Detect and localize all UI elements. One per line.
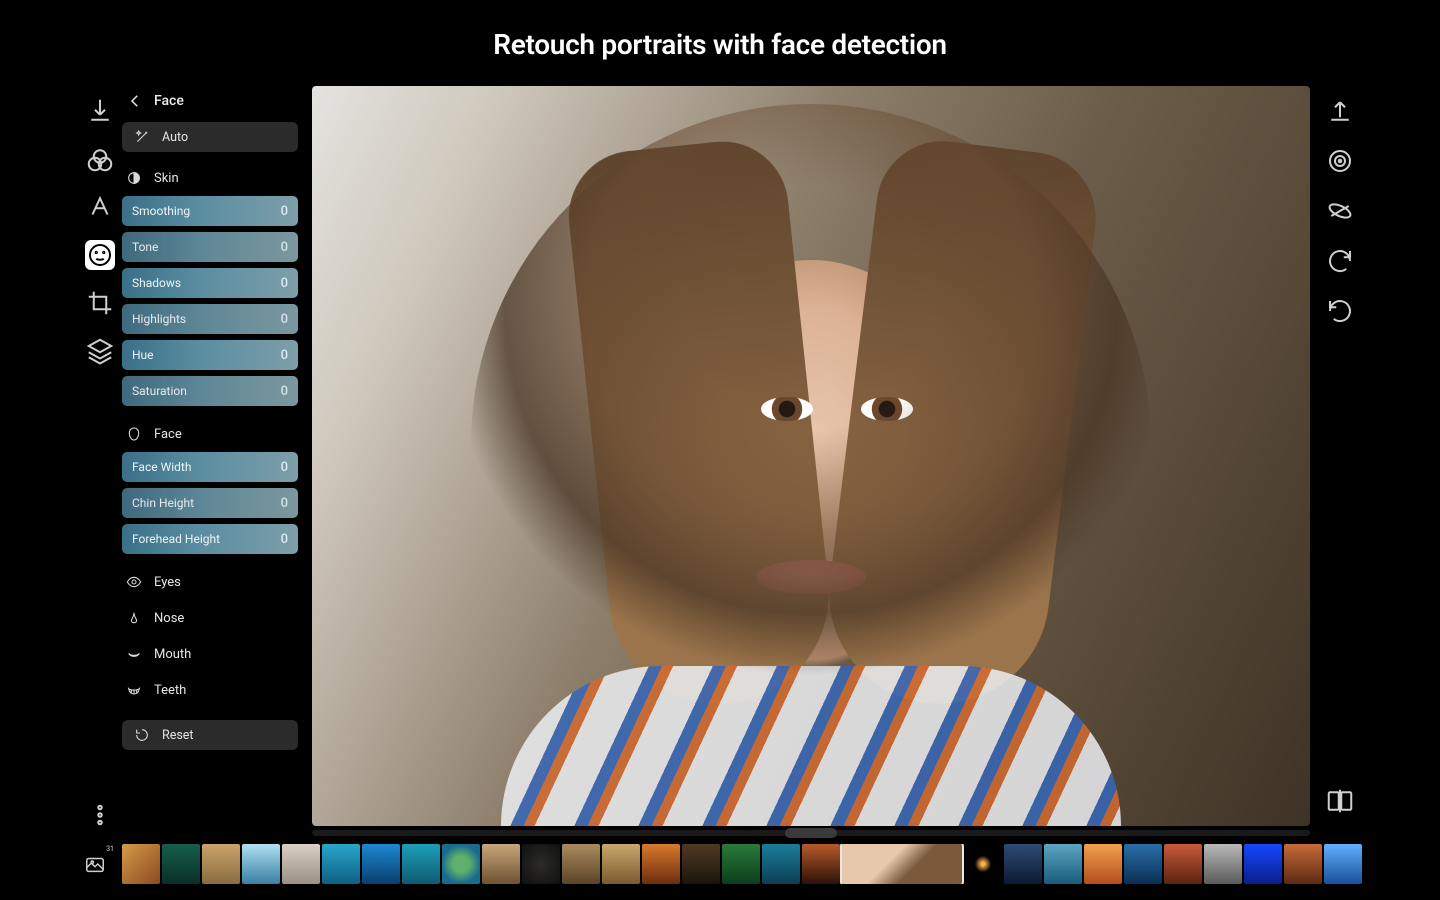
- panel-title: Face: [154, 93, 184, 109]
- reset-icon: [134, 727, 150, 743]
- undo-icon[interactable]: [1325, 246, 1355, 276]
- filmstrip-thumb[interactable]: [722, 844, 760, 884]
- section-face[interactable]: Face: [122, 422, 298, 446]
- image-canvas[interactable]: [312, 86, 1310, 826]
- section-teeth[interactable]: Teeth: [122, 678, 298, 702]
- library-icon[interactable]: 31: [78, 847, 112, 881]
- right-iconbar: [1318, 86, 1362, 836]
- section-nose-label: Nose: [154, 611, 184, 626]
- auto-label: Auto: [162, 130, 188, 145]
- library-badge: 31: [106, 845, 114, 853]
- slider-face-width[interactable]: Face Width0: [122, 452, 298, 482]
- face-badge: 1: [114, 237, 119, 246]
- canvas-scrubber[interactable]: [312, 830, 1310, 836]
- filmstrip-thumb[interactable]: [602, 844, 640, 884]
- filmstrip: 31: [78, 842, 1362, 886]
- wand-icon: [134, 129, 150, 145]
- filmstrip-thumb[interactable]: [1164, 844, 1202, 884]
- filmstrip-thumb[interactable]: [362, 844, 400, 884]
- slider-hue[interactable]: Hue0: [122, 340, 298, 370]
- slider-forehead-height[interactable]: Forehead Height0: [122, 524, 298, 554]
- app-window: 1 Face Auto: [78, 86, 1362, 836]
- face-sliders: Face Width0 Chin Height0 Forehead Height…: [122, 452, 298, 560]
- section-eyes[interactable]: Eyes: [122, 570, 298, 594]
- canvas-column: [312, 86, 1310, 836]
- skin-sliders: Smoothing0 Tone0 Shadows0 Highlights0 Hu…: [122, 196, 298, 412]
- slider-chin-height[interactable]: Chin Height0: [122, 488, 298, 518]
- reset-button[interactable]: Reset: [122, 720, 298, 750]
- teeth-icon: [126, 682, 142, 698]
- nose-icon: [126, 610, 142, 626]
- crop-icon[interactable]: [85, 288, 115, 318]
- panel-header: Face: [122, 90, 298, 122]
- filmstrip-thumb[interactable]: [162, 844, 200, 884]
- filmstrip-thumb[interactable]: [1204, 844, 1242, 884]
- redo-icon[interactable]: [1325, 296, 1355, 326]
- back-icon[interactable]: [126, 92, 144, 110]
- filmstrip-thumb[interactable]: [202, 844, 240, 884]
- slider-saturation[interactable]: Saturation0: [122, 376, 298, 406]
- filmstrip-thumb[interactable]: [122, 844, 160, 884]
- filmstrip-thumb[interactable]: [642, 844, 680, 884]
- face-icon[interactable]: 1: [85, 240, 115, 270]
- download-icon[interactable]: [85, 96, 115, 126]
- filmstrip-thumbs[interactable]: [122, 844, 1362, 884]
- reset-label: Reset: [162, 728, 194, 743]
- filmstrip-thumb[interactable]: [1284, 844, 1322, 884]
- filmstrip-thumb[interactable]: [762, 844, 800, 884]
- slider-smoothing[interactable]: Smoothing0: [122, 196, 298, 226]
- filmstrip-thumb[interactable]: [242, 844, 280, 884]
- section-skin-label: Skin: [154, 171, 179, 186]
- filmstrip-thumb[interactable]: [802, 844, 840, 884]
- face-panel: Face Auto Skin Smoothing0 Tone0 Shadows0…: [122, 86, 298, 836]
- section-mouth-label: Mouth: [154, 647, 191, 662]
- slider-highlights[interactable]: Highlights0: [122, 304, 298, 334]
- contrast-icon: [126, 170, 142, 186]
- filmstrip-thumb[interactable]: [842, 844, 962, 884]
- filmstrip-thumb[interactable]: [442, 844, 480, 884]
- scrubber-thumb[interactable]: [785, 828, 837, 838]
- export-icon[interactable]: [1325, 96, 1355, 126]
- page-title: Retouch portraits with face detection: [0, 28, 1440, 61]
- filmstrip-thumb[interactable]: [562, 844, 600, 884]
- auto-button[interactable]: Auto: [122, 122, 298, 152]
- slider-shadows[interactable]: Shadows0: [122, 268, 298, 298]
- more-icon[interactable]: [85, 800, 115, 830]
- mouth-icon: [126, 646, 142, 662]
- filmstrip-thumb[interactable]: [322, 844, 360, 884]
- face-outline-icon: [126, 426, 142, 442]
- section-nose[interactable]: Nose: [122, 606, 298, 630]
- section-eyes-label: Eyes: [154, 575, 181, 590]
- blur-icon[interactable]: [1325, 196, 1355, 226]
- section-face-label: Face: [154, 427, 182, 442]
- filmstrip-thumb[interactable]: [682, 844, 720, 884]
- section-teeth-label: Teeth: [154, 683, 186, 698]
- section-skin[interactable]: Skin: [122, 166, 298, 190]
- section-mouth[interactable]: Mouth: [122, 642, 298, 666]
- text-icon[interactable]: [85, 192, 115, 222]
- slider-tone[interactable]: Tone0: [122, 232, 298, 262]
- filmstrip-thumb[interactable]: [1044, 844, 1082, 884]
- filmstrip-thumb[interactable]: [1084, 844, 1122, 884]
- filmstrip-thumb[interactable]: [1324, 844, 1362, 884]
- filmstrip-thumb[interactable]: [964, 844, 1002, 884]
- filmstrip-thumb[interactable]: [402, 844, 440, 884]
- eye-icon: [126, 574, 142, 590]
- filmstrip-thumb[interactable]: [1124, 844, 1162, 884]
- filmstrip-thumb[interactable]: [522, 844, 560, 884]
- filmstrip-thumb[interactable]: [1004, 844, 1042, 884]
- left-iconbar: 1: [78, 86, 122, 836]
- target-icon[interactable]: [1325, 146, 1355, 176]
- compare-icon[interactable]: [1325, 786, 1355, 816]
- filmstrip-thumb[interactable]: [1244, 844, 1282, 884]
- filmstrip-thumb[interactable]: [482, 844, 520, 884]
- filmstrip-thumb[interactable]: [282, 844, 320, 884]
- layers-icon[interactable]: [85, 336, 115, 366]
- color-icon[interactable]: [85, 144, 115, 174]
